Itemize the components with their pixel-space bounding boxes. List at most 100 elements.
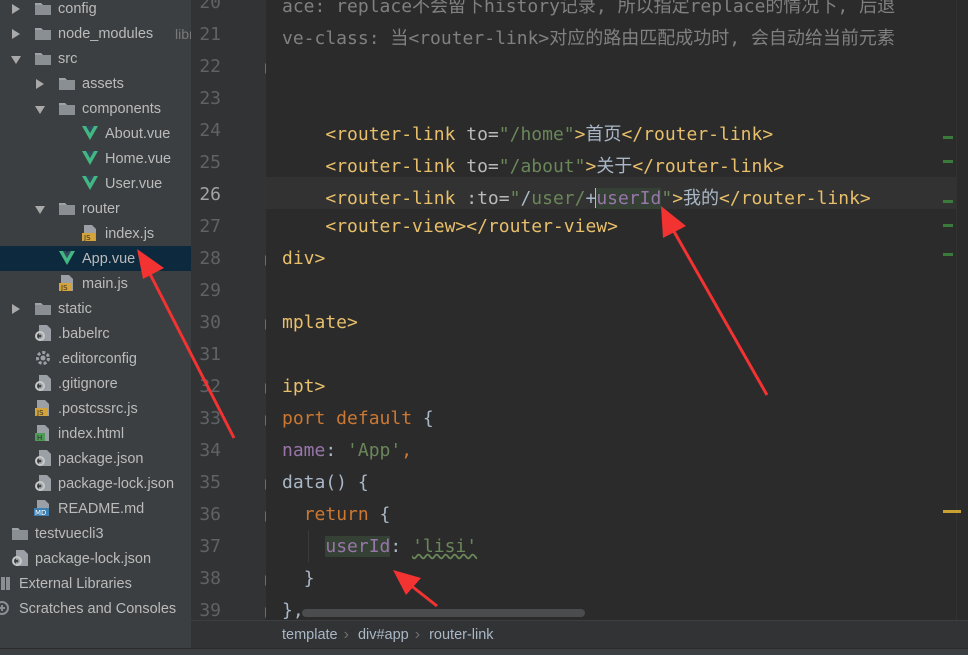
code-line[interactable]: } [282, 568, 315, 589]
change-marker[interactable] [943, 253, 953, 256]
breadcrumb-item[interactable]: router-link [429, 627, 493, 643]
line-number: 39 [199, 600, 221, 621]
chevron-right-icon[interactable] [11, 304, 21, 314]
code-token: <router-view></router-view> [325, 216, 618, 237]
libs-icon [0, 575, 13, 591]
tree-item-index-js[interactable]: JS index.js [0, 221, 191, 246]
tree-item-node-modules[interactable]: node_modules library root [0, 21, 191, 46]
code-line[interactable]: <router-link to="/about">关于</router-link… [282, 152, 784, 178]
code-token: 首页 [585, 124, 622, 145]
change-marker[interactable] [943, 224, 953, 227]
code-editor[interactable]: ace: replace不会留下history记录, 所以指定replace的情… [266, 0, 956, 620]
chevron-right-icon[interactable] [11, 4, 21, 14]
code-line[interactable]: <router-link :to="/user/+userId">我的</rou… [282, 184, 871, 210]
code-token: ace: replace不会留下history记录, 所以指定replace的情… [282, 0, 896, 17]
tree-item-readme-md[interactable]: MD README.md [0, 496, 191, 521]
tree-item-postcssrc-js[interactable]: JS .postcssrc.js [0, 396, 191, 421]
code-token: " [509, 188, 521, 209]
tree-item-package-lock-json[interactable]: package-lock.json [0, 471, 191, 496]
code-line[interactable]: userId: 'lisi' [282, 536, 477, 557]
tree-item-components[interactable]: components [0, 96, 191, 121]
tree-item-router[interactable]: router [0, 196, 191, 221]
project-tree: config node_modules library root src assets c… [0, 0, 191, 648]
tree-item-package-lock-json[interactable]: package-lock.json [0, 546, 191, 571]
code-line[interactable]: data() { [282, 472, 369, 493]
tree-item-index-html[interactable]: Hindex.html [0, 421, 191, 446]
code-line[interactable]: div> [282, 248, 325, 269]
code-line[interactable]: }, [282, 600, 304, 620]
tree-item-label: static [58, 300, 92, 317]
tree-item-label: index.html [58, 425, 125, 442]
tree-item-src[interactable]: src [0, 46, 191, 71]
gutter-bottom [191, 620, 266, 648]
svg-text:H: H [37, 434, 42, 441]
warning-marker[interactable] [943, 510, 961, 513]
tree-item-label: .postcssrc.js [58, 400, 138, 417]
code-token: data() { [282, 472, 369, 493]
chevron-down-icon[interactable] [11, 54, 21, 64]
line-number: 38 [199, 568, 221, 589]
svg-text:JS: JS [60, 284, 68, 291]
tree-item-label: package-lock.json [58, 475, 175, 492]
tree-item-label: User.vue [105, 175, 163, 192]
code-token: userId [325, 536, 391, 557]
error-stripe[interactable] [943, 0, 968, 620]
js-icon: JS [58, 275, 76, 292]
tree-item-home-vue[interactable]: Home.vue [0, 146, 191, 171]
tree-item-babelrc[interactable]: .babelrc [0, 321, 191, 346]
breadcrumb-item[interactable]: div#app [358, 627, 409, 643]
chevron-down-icon[interactable] [35, 204, 45, 214]
chevron-right-icon[interactable] [35, 79, 45, 89]
tree-item-app-vue[interactable]: App.vue [0, 246, 191, 271]
code-line[interactable]: port default { [282, 408, 434, 429]
tree-item-label: .gitignore [58, 375, 118, 392]
tree-item-static[interactable]: static [0, 296, 191, 321]
change-marker[interactable] [943, 160, 953, 163]
line-number: 22 [199, 56, 221, 77]
code-line[interactable]: <router-view></router-view> [282, 216, 618, 237]
code-line[interactable]: ipt> [282, 376, 325, 397]
config-icon [11, 550, 29, 566]
tree-item-label: src [58, 50, 78, 67]
config-icon [34, 450, 52, 466]
code-token: { [422, 408, 434, 429]
html-icon: H [34, 425, 52, 442]
tree-item-user-vue[interactable]: User.vue [0, 171, 191, 196]
line-number: 36 [199, 504, 221, 525]
code-line[interactable]: <router-link to="/home">首页</router-link> [282, 120, 773, 146]
chevron-down-icon[interactable] [35, 104, 45, 114]
change-marker[interactable] [943, 136, 953, 139]
tree-item-label: External Libraries [19, 575, 132, 592]
code-line[interactable]: ve-class: 当<router-link>对应的路由匹配成功时, 会自动给… [282, 24, 895, 50]
js-icon: JS [81, 225, 99, 242]
tree-item-label: config [58, 0, 97, 17]
horizontal-scrollbar[interactable] [302, 609, 585, 617]
tree-item-gitignore[interactable]: .gitignore [0, 371, 191, 396]
line-number: 24 [199, 120, 221, 141]
tree-item-package-json[interactable]: package.json [0, 446, 191, 471]
tree-item-testvuecli3[interactable]: testvuecli3 [0, 521, 191, 546]
chevron-right-icon[interactable] [11, 29, 21, 39]
tree-item-config[interactable]: config [0, 0, 191, 21]
tree-item-external-libraries[interactable]: External Libraries [0, 571, 191, 596]
tree-item-editorconfig[interactable]: .editorconfig [0, 346, 191, 371]
line-number: 27 [199, 216, 221, 237]
code-line[interactable]: ace: replace不会留下history记录, 所以指定replace的情… [282, 0, 895, 18]
code-token: { [379, 504, 391, 525]
code-token: return [303, 504, 380, 525]
breadcrumb-item[interactable]: template [282, 627, 338, 643]
line-number: 25 [199, 152, 221, 173]
tree-item-about-vue[interactable]: About.vue [0, 121, 191, 146]
tree-item-assets[interactable]: assets [0, 71, 191, 96]
code-token: 'lisi' [412, 536, 478, 557]
code-line[interactable]: name: 'App', [282, 440, 412, 461]
code-line[interactable]: mplate> [282, 312, 358, 333]
change-marker[interactable] [943, 200, 953, 203]
tree-item-label: node_modules [58, 25, 154, 42]
breadcrumb-separator-icon: › [343, 625, 349, 643]
tree-item-scratches-and-consoles[interactable]: Scratches and Consoles [0, 596, 191, 621]
tree-item-main-js[interactable]: JS main.js [0, 271, 191, 296]
code-line[interactable]: return { [282, 504, 391, 525]
